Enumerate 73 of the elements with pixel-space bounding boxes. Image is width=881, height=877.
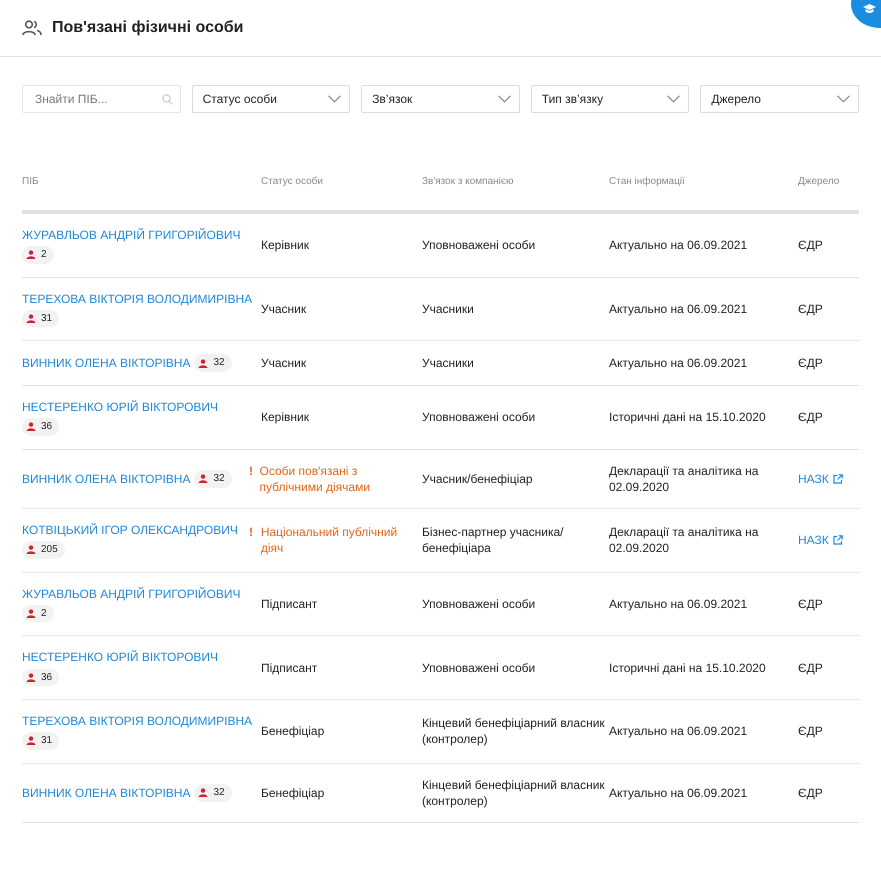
count-badge: 2 — [22, 604, 54, 622]
source-text: ЄДР — [798, 786, 823, 800]
status-text: Особи пов'язані з публічними діячами — [260, 462, 372, 495]
person-link[interactable]: НЕСТЕРЕНКО ЮРІЙ ВІКТОРОВИЧ — [22, 649, 218, 666]
table-cell-text: Уповноважені особи — [422, 596, 536, 612]
status-text: Підписант — [261, 596, 318, 612]
warning-icon: ! — [249, 462, 254, 495]
table-cell-text: Актуально на 06.09.2021 — [609, 300, 748, 318]
status-text: Учасник — [261, 300, 306, 318]
dropdown[interactable]: Зв’язок — [361, 85, 520, 113]
column-header: Джерело — [798, 175, 840, 188]
table-cell-text: Бізнес-партнер учасника/ бенефіціара — [422, 524, 565, 556]
warning-icon: ! — [249, 524, 255, 556]
table-cell-text: Актуально на 06.09.2021 — [609, 355, 748, 372]
table-cell-text: Кінцевий бенефіціарний власник (контролер) — [422, 776, 606, 810]
table-cell-text: Учасники — [422, 300, 475, 318]
status-text: Підписант — [261, 660, 318, 676]
person-link[interactable]: КОТВІЦЬКИЙ ІГОР ОЛЕКСАНДРОВИЧ — [22, 522, 238, 538]
source-text: ЄДР — [798, 410, 823, 424]
table-cell-text: Уповноважені особи — [422, 237, 536, 254]
search-field[interactable]: Знайти ПІБ... — [22, 85, 181, 113]
table-cell-text: Історичні дані на 15.10.2020 — [609, 409, 767, 426]
source-text: ЄДР — [798, 356, 823, 370]
status-text: Керівник — [261, 237, 309, 254]
person-link[interactable]: ТЕРЕХОВА ВІКТОРІЯ ВОЛОДИМИРІВНА — [22, 713, 252, 730]
source-text: ЄДР — [798, 660, 823, 675]
count-badge: 31 — [22, 310, 60, 328]
count-badge: 32 — [194, 784, 232, 802]
person-link[interactable]: ВИННИК ОЛЕНА ВІКТОРІВНА — [22, 784, 190, 801]
status-text: Керівник — [261, 409, 309, 426]
status-text: Національний публічний діяч — [260, 524, 398, 556]
count-badge: 36 — [22, 418, 60, 436]
dropdown[interactable]: Тип зв’язку — [530, 85, 690, 113]
count-badge: 36 — [22, 668, 60, 686]
status-text: Бенефіціар — [261, 784, 324, 801]
dropdown[interactable]: Джерело — [700, 85, 859, 113]
table-cell-text: Учасник/бенефіціар — [422, 470, 534, 487]
table-cell-text: Актуально на 06.09.2021 — [609, 237, 748, 254]
person-link[interactable]: ЖУРАВЛЬОВ АНДРІЙ ГРИГОРІЙОВИЧ — [22, 586, 241, 602]
count-badge: 32 — [194, 470, 232, 488]
table-cell-text: Уповноважені особи — [422, 409, 536, 426]
source-text: ЄДР — [798, 596, 823, 611]
column-header: Статус особи — [261, 175, 324, 188]
column-header: Зв'язок з компанією — [422, 175, 514, 188]
table-cell-text: Актуально на 06.09.2021 — [609, 596, 748, 612]
dropdown[interactable]: Статус особи — [192, 85, 350, 113]
count-badge: 2 — [22, 246, 54, 264]
source-link[interactable]: НАЗК — [798, 470, 843, 487]
person-link[interactable]: ТЕРЕХОВА ВІКТОРІЯ ВОЛОДИМИРІВНА — [22, 290, 252, 307]
person-link[interactable]: ЖУРАВЛЬОВ АНДРІЙ ГРИГОРІЙОВИЧ — [22, 227, 241, 244]
person-link[interactable]: ВИННИК ОЛЕНА ВІКТОРІВНА — [22, 355, 190, 372]
table-cell-text: Уповноважені особи — [422, 660, 536, 676]
table-cell-text: Історичні дані на 15.10.2020 — [609, 660, 767, 676]
count-badge: 31 — [22, 732, 60, 750]
person-link[interactable]: ВИННИК ОЛЕНА ВІКТОРІВНА — [22, 470, 190, 487]
source-text: ЄДР — [798, 724, 823, 738]
source-link[interactable]: НАЗК — [798, 532, 843, 548]
table-cell-text: Кінцевий бенефіціарний власник (контролер) — [422, 715, 606, 748]
count-badge: 205 — [22, 541, 65, 559]
status-text: Бенефіціар — [261, 723, 324, 740]
person-link[interactable]: НЕСТЕРЕНКО ЮРІЙ ВІКТОРОВИЧ — [22, 398, 218, 416]
column-header: Стан інформації — [609, 175, 686, 188]
source-text: ЄДР — [798, 302, 823, 316]
count-badge: 32 — [194, 354, 232, 372]
status-text: Учасник — [261, 355, 306, 372]
table-cell-text: Учасники — [422, 355, 475, 372]
table-cell-text: Актуально на 06.09.2021 — [609, 723, 748, 740]
column-header: ПІБ — [22, 175, 40, 188]
page-title: Пов'язані фізичні особи — [52, 18, 244, 38]
table-cell-text: Актуально на 06.09.2021 — [609, 784, 748, 801]
source-text: ЄДР — [798, 238, 823, 252]
table-cell-text: Декларації та аналітика на 02.09.2020 — [609, 462, 760, 495]
table-cell-text: Декларації та аналітика на 02.09.2020 — [609, 524, 760, 556]
